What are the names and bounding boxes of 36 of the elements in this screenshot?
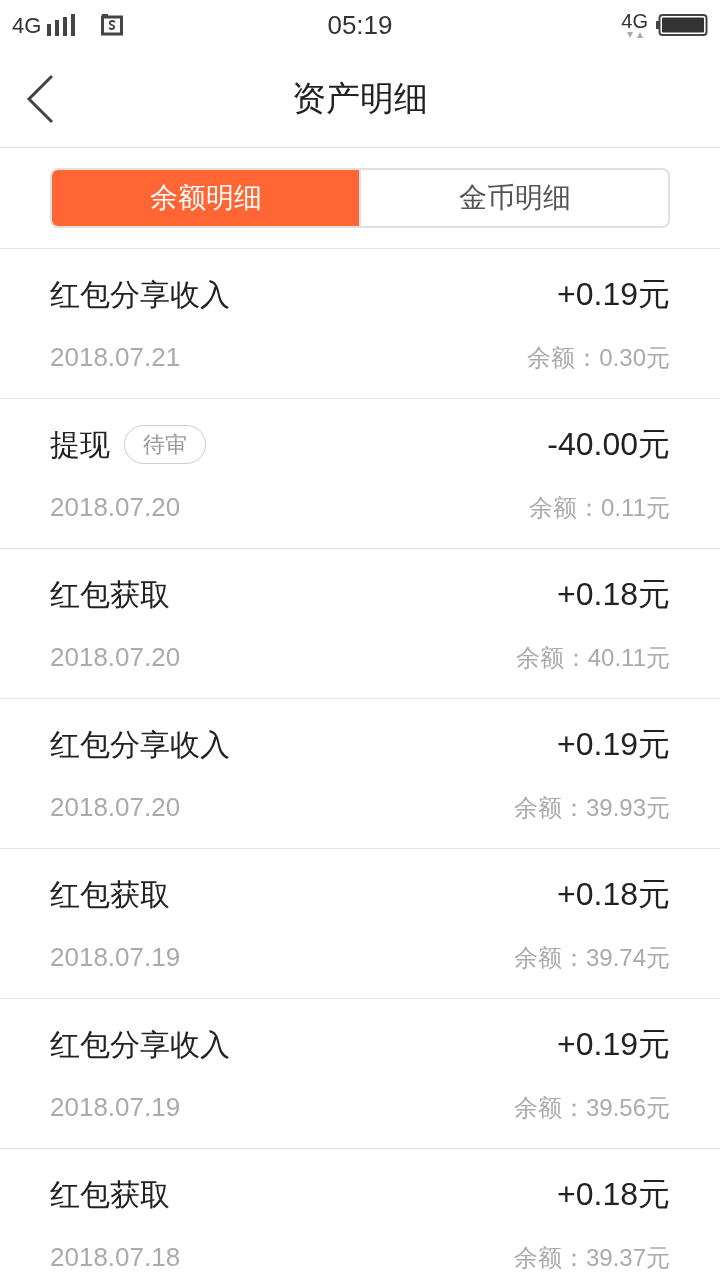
record-amount: +0.18元 — [557, 875, 670, 914]
balance-text: 余额：39.74元 — [513, 942, 670, 973]
record-date: 2018.07.19 — [50, 941, 181, 974]
record-amount: +0.18元 — [557, 1175, 670, 1214]
record-amount: +0.19元 — [557, 725, 670, 764]
record-date: 2018.07.20 — [50, 641, 181, 674]
record-date: 2018.07.20 — [50, 791, 181, 824]
signal-icon — [47, 14, 78, 36]
balance-text: 余额：40.11元 — [515, 642, 670, 673]
balance-text: 余额：0.30元 — [527, 342, 670, 373]
record-title: 红包分享收入 — [50, 726, 230, 763]
back-icon — [25, 74, 55, 124]
balance-text: 余额：0.11元 — [529, 492, 670, 523]
battery-icon — [656, 14, 708, 36]
record-title: 红包分享收入 — [50, 1026, 230, 1063]
page-title: 资产明细 — [292, 78, 428, 119]
tab[interactable]: 金币明细 — [359, 170, 668, 226]
network-label: 4G — [12, 11, 42, 40]
balance-text: 余额：39.37元 — [513, 1242, 670, 1273]
record-amount: +0.19元 — [557, 1025, 670, 1064]
clock-time: 05:19 — [326, 8, 394, 42]
record-amount: -40.00元 — [547, 425, 670, 464]
record-title: 红包获取 — [50, 576, 170, 613]
record-title: 红包获取 — [50, 1176, 170, 1213]
record-date: 2018.07.20 — [50, 491, 181, 524]
record-title: 红包获取 — [50, 876, 170, 913]
record-date: 2018.07.18 — [50, 1241, 181, 1274]
record-title: 红包分享收入 — [50, 276, 230, 313]
balance-text: 余额：39.56元 — [513, 1092, 670, 1123]
record-title: 提现 — [50, 426, 110, 463]
sim-icon — [101, 14, 124, 36]
record-amount: +0.18元 — [557, 575, 670, 614]
record-amount: +0.19元 — [557, 275, 670, 314]
record-date: 2018.07.19 — [50, 1091, 181, 1124]
balance-text: 余额：39.93元 — [513, 792, 670, 823]
record-date: 2018.07.21 — [50, 341, 181, 374]
